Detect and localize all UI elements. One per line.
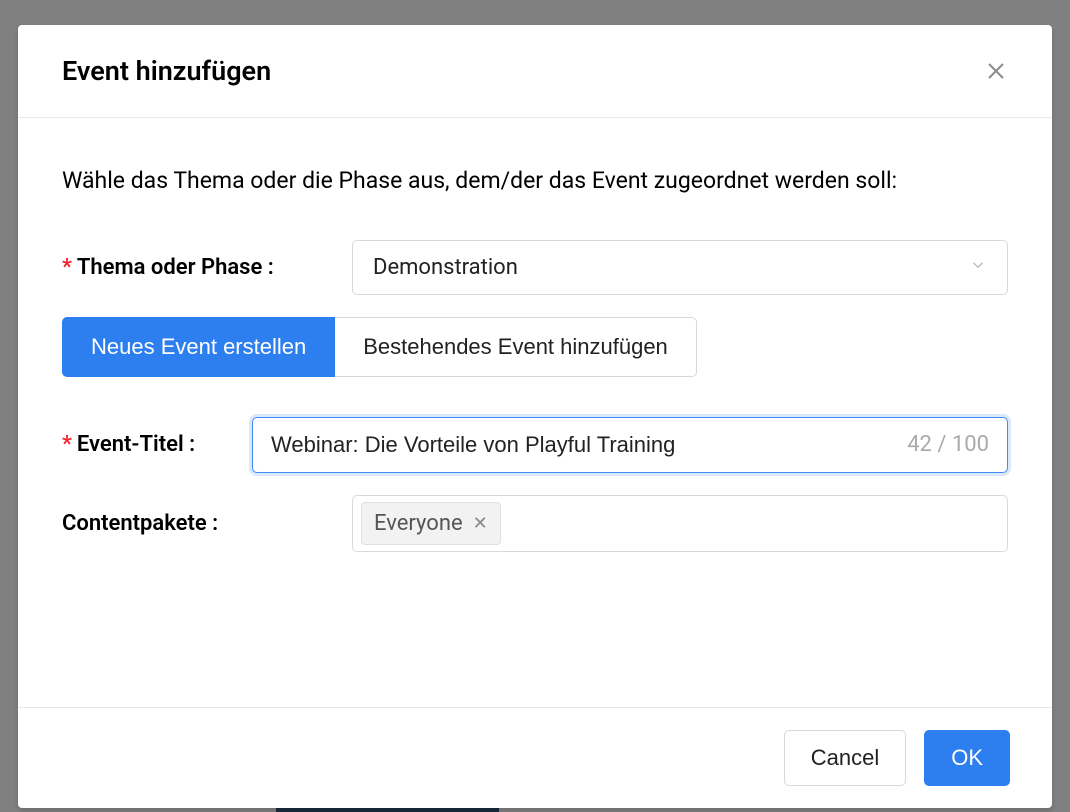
event-mode-toggle: Neues Event erstellen Bestehendes Event …: [62, 317, 1008, 377]
content-package-tag: Everyone ✕: [361, 502, 501, 545]
event-title-label: *Event-Titel :: [62, 432, 252, 457]
close-icon[interactable]: [984, 59, 1008, 83]
event-title-input-wrap: 42 / 100: [252, 417, 1008, 473]
topic-phase-selected-value: Demonstration: [373, 255, 518, 280]
event-title-field: *Event-Titel : 42 / 100: [62, 417, 1008, 473]
add-event-modal: Event hinzufügen Wähle das Thema oder di…: [18, 25, 1052, 808]
remove-tag-icon[interactable]: ✕: [473, 513, 488, 534]
event-title-label-text: Event-Titel :: [77, 432, 195, 457]
content-packages-label: Contentpakete :: [62, 511, 352, 536]
chevron-down-icon: [969, 255, 987, 280]
modal-title: Event hinzufügen: [62, 55, 271, 87]
required-star-icon: *: [62, 432, 72, 457]
content-packages-field: Contentpakete : Everyone ✕: [62, 495, 1008, 552]
modal-body: Wähle das Thema oder die Phase aus, dem/…: [18, 118, 1052, 707]
topic-phase-label: *Thema oder Phase :: [62, 255, 352, 280]
modal-header: Event hinzufügen: [18, 25, 1052, 118]
modal-instructions: Wähle das Thema oder die Phase aus, dem/…: [62, 163, 1008, 200]
event-title-input[interactable]: [271, 418, 895, 472]
event-title-char-counter: 42 / 100: [907, 432, 989, 457]
topic-phase-field: *Thema oder Phase : Demonstration: [62, 240, 1008, 295]
add-existing-event-tab[interactable]: Bestehendes Event hinzufügen: [335, 317, 697, 377]
content-packages-input[interactable]: Everyone ✕: [352, 495, 1008, 552]
required-star-icon: *: [62, 255, 72, 280]
content-package-tag-label: Everyone: [374, 511, 463, 536]
ok-button[interactable]: OK: [924, 730, 1010, 786]
modal-footer: Cancel OK: [18, 707, 1052, 808]
topic-phase-label-text: Thema oder Phase :: [77, 255, 274, 280]
cancel-button[interactable]: Cancel: [784, 730, 906, 786]
topic-phase-select[interactable]: Demonstration: [352, 240, 1008, 295]
create-new-event-tab[interactable]: Neues Event erstellen: [62, 317, 335, 377]
